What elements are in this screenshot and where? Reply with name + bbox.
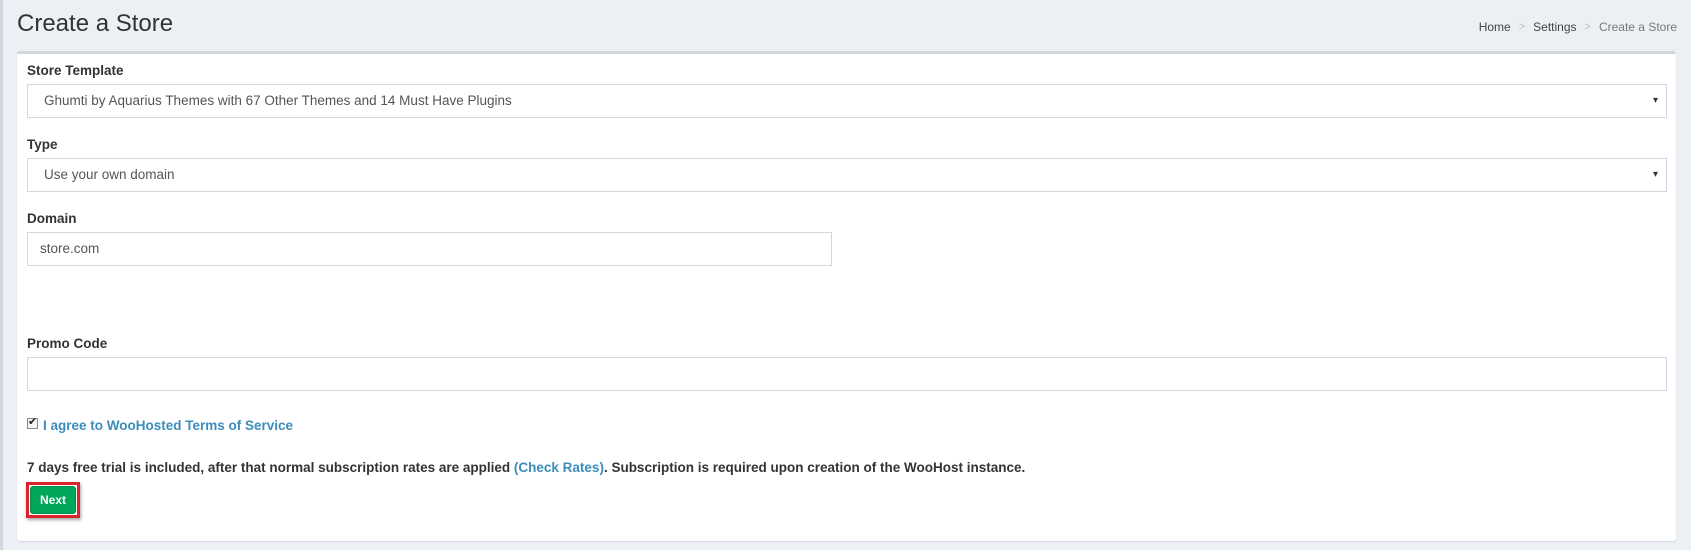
breadcrumb-separator: > <box>1584 21 1591 33</box>
type-select[interactable]: Use your own domain ▾ <box>27 158 1667 192</box>
store-template-value: Ghumti by Aquarius Themes with 67 Other … <box>44 93 512 108</box>
terms-checkbox[interactable]: ✔ <box>27 415 38 429</box>
domain-label: Domain <box>27 211 77 226</box>
breadcrumb-settings[interactable]: Settings <box>1533 18 1576 36</box>
page-title: Create a Store <box>17 10 174 37</box>
store-template-select[interactable]: Ghumti by Aquarius Themes with 67 Other … <box>27 84 1667 118</box>
type-value: Use your own domain <box>44 167 175 182</box>
breadcrumb-separator: > <box>1518 21 1526 33</box>
chevron-down-icon: ▾ <box>1652 95 1658 106</box>
trial-notice-text-end: . Subscription is required upon creation… <box>603 460 1026 475</box>
sidebar-edge <box>0 0 3 550</box>
trial-notice: 7 days free trial is included, after tha… <box>27 459 1025 477</box>
promo-code-input[interactable] <box>27 357 1667 391</box>
next-button-highlight: Next <box>26 482 80 518</box>
domain-input[interactable]: store.com <box>27 232 832 266</box>
promo-code-label: Promo Code <box>27 336 108 351</box>
trial-notice-text: 7 days free trial is included, after tha… <box>27 460 514 475</box>
breadcrumb: Home > Settings > Create a Store <box>1479 18 1677 36</box>
terms-of-service-link[interactable]: I agree to WooHosted Terms of Service <box>43 418 293 433</box>
next-button[interactable]: Next <box>30 486 76 514</box>
check-icon: ✔ <box>28 415 38 428</box>
chevron-down-icon: ▾ <box>1652 169 1658 180</box>
type-label: Type <box>27 137 58 152</box>
page-header: Create a Store Home > Settings > Create … <box>17 0 1677 50</box>
create-store-form: Store Template Ghumti by Aquarius Themes… <box>17 51 1676 541</box>
breadcrumb-home[interactable]: Home <box>1479 18 1511 36</box>
store-template-label: Store Template <box>27 63 124 78</box>
terms-row: ✔ I agree to WooHosted Terms of Service <box>27 415 293 435</box>
check-rates-link[interactable]: (Check Rates) <box>514 460 604 475</box>
breadcrumb-current: Create a Store <box>1598 20 1677 34</box>
